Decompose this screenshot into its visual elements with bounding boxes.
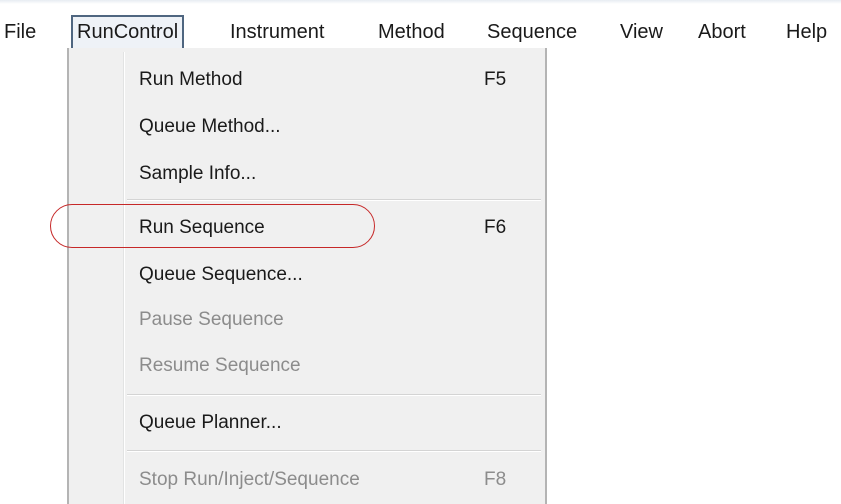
menu-item-stop-run: Stop Run/Inject/Sequence F8	[69, 460, 545, 500]
menu-method[interactable]: Method	[378, 17, 445, 47]
menu-sequence[interactable]: Sequence	[487, 17, 577, 47]
menu-runcontrol[interactable]: RunControl	[71, 15, 185, 51]
menu-bar-edge	[0, 0, 841, 4]
menu-item-queue-method[interactable]: Queue Method...	[69, 107, 545, 147]
menu-item-label: Resume Sequence	[139, 355, 301, 376]
menu-item-pause-sequence: Pause Sequence	[69, 300, 545, 340]
menu-separator	[127, 394, 541, 396]
menu-item-queue-planner[interactable]: Queue Planner...	[69, 403, 545, 443]
menu-item-queue-sequence[interactable]: Queue Sequence...	[69, 255, 545, 295]
menu-view[interactable]: View	[620, 17, 663, 47]
menu-item-shortcut: F5	[484, 69, 507, 90]
menu-item-run-method[interactable]: Run Method F5	[69, 60, 545, 100]
menu-item-sample-info[interactable]: Sample Info...	[69, 154, 545, 194]
menu-help[interactable]: Help	[786, 17, 827, 47]
menu-file[interactable]: File	[4, 17, 36, 47]
menu-item-label: Sample Info...	[139, 163, 257, 184]
menu-item-label: Queue Planner...	[139, 412, 282, 433]
menu-item-label: Queue Method...	[139, 116, 281, 137]
menu-item-label: Stop Run/Inject/Sequence	[139, 469, 360, 490]
menu-item-label: Run Method	[139, 69, 243, 90]
menu-abort[interactable]: Abort	[698, 17, 746, 47]
menu-item-label: Pause Sequence	[139, 309, 284, 330]
menu-item-run-sequence[interactable]: Run Sequence F6	[69, 208, 545, 248]
menu-item-resume-sequence: Resume Sequence	[69, 346, 545, 386]
menu-item-label: Run Sequence	[139, 217, 265, 238]
menu-item-label: Queue Sequence...	[139, 264, 303, 285]
menu-separator	[127, 199, 541, 201]
menu-separator	[127, 450, 541, 452]
runcontrol-dropdown: Run Method F5 Queue Method... Sample Inf…	[67, 48, 547, 504]
menu-item-shortcut: F8	[484, 469, 507, 490]
menu-instrument[interactable]: Instrument	[230, 17, 324, 47]
menu-item-shortcut: F6	[484, 217, 507, 238]
